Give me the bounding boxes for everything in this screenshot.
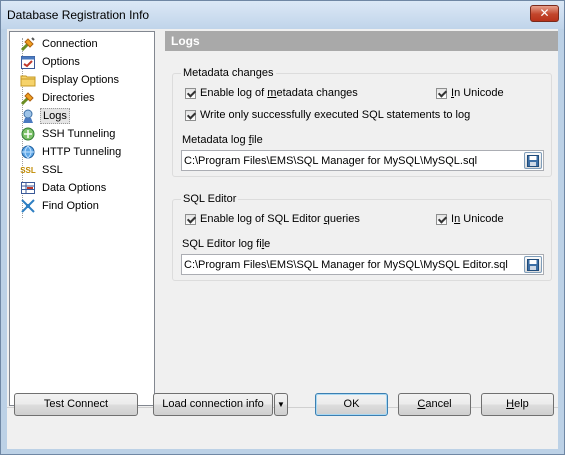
tree-item-find-option[interactable]: Find Option: [20, 197, 101, 215]
data-options-icon: [20, 180, 36, 196]
checkbox-checked-icon: [436, 87, 447, 99]
metadata-write-only-checkbox[interactable]: Write only successfully executed SQL sta…: [185, 109, 470, 121]
dialog-window: Database Registration Info ✕ Connection …: [0, 0, 565, 455]
title-bar[interactable]: Database Registration Info ✕: [1, 1, 564, 29]
ssh-icon: [20, 126, 36, 142]
find-option-icon: [20, 198, 36, 214]
tree-item-ssh-tunneling[interactable]: SSH Tunneling: [20, 125, 117, 143]
sql-editor-group: SQL Editor Enable log of SQL Editor quer…: [172, 193, 552, 281]
connection-icon: [20, 36, 36, 52]
sql-editor-log-file-input[interactable]: [184, 256, 519, 273]
metadata-enable-log-label: Enable log of metadata changes: [200, 87, 358, 99]
metadata-log-file-label: Metadata log file: [182, 134, 263, 146]
options-icon: [20, 54, 36, 70]
sql-editor-unicode-label: In Unicode: [451, 213, 504, 225]
options-tree[interactable]: Connection Options Display Options Direc…: [9, 31, 155, 406]
tree-item-data-options[interactable]: Data Options: [20, 179, 108, 197]
sql-editor-save-file-button[interactable]: [524, 256, 542, 273]
tree-item-label: HTTP Tunneling: [42, 146, 122, 158]
tree-item-label: Directories: [42, 92, 95, 104]
window-title: Database Registration Info: [7, 8, 150, 22]
page-title: Logs: [165, 31, 558, 51]
tree-item-label: Find Option: [42, 200, 99, 212]
test-connect-button[interactable]: Test Connect: [14, 393, 138, 416]
load-connection-info-dropdown-button[interactable]: ▼: [274, 393, 288, 416]
sql-editor-enable-log-checkbox[interactable]: Enable log of SQL Editor queries: [185, 213, 360, 225]
metadata-group-title: Metadata changes: [181, 67, 276, 79]
tree-item-label: Connection: [42, 38, 98, 50]
save-icon: [527, 258, 539, 271]
dialog-client-area: Connection Options Display Options Direc…: [7, 29, 558, 449]
tree-item-label: Logs: [40, 108, 70, 124]
sql-editor-unicode-checkbox[interactable]: In Unicode: [436, 213, 504, 225]
directories-icon: [20, 90, 36, 106]
metadata-write-only-label: Write only successfully executed SQL sta…: [200, 109, 471, 121]
tree-item-label: SSH Tunneling: [42, 128, 116, 140]
display-options-icon: [20, 72, 36, 88]
metadata-unicode-checkbox[interactable]: In Unicode: [436, 87, 504, 99]
metadata-unicode-label: In Unicode: [451, 87, 504, 99]
tree-item-label: Display Options: [42, 74, 120, 86]
sql-editor-group-title: SQL Editor: [181, 193, 239, 205]
metadata-save-file-button[interactable]: [524, 152, 542, 169]
ok-button[interactable]: OK: [315, 393, 388, 416]
help-button[interactable]: Help: [481, 393, 554, 416]
metadata-enable-log-checkbox[interactable]: Enable log of metadata changes: [185, 87, 358, 99]
tree-item-options[interactable]: Options: [20, 53, 82, 71]
tree-item-ssl[interactable]: SSL SSL: [20, 161, 65, 179]
checkbox-checked-icon: [185, 109, 196, 121]
ssl-icon: SSL: [20, 165, 36, 175]
tree-item-label: SSL: [42, 164, 63, 176]
save-icon: [527, 154, 539, 167]
sql-editor-log-file-label: SQL Editor log file: [182, 238, 271, 250]
sql-editor-enable-log-label: Enable log of SQL Editor queries: [200, 213, 360, 225]
sql-editor-log-file-field[interactable]: [181, 254, 544, 275]
tree-item-http-tunneling[interactable]: HTTP Tunneling: [20, 143, 123, 161]
metadata-changes-group: Metadata changes Enable log of metadata …: [172, 67, 552, 177]
load-connection-info-button[interactable]: Load connection info: [153, 393, 273, 416]
checkbox-checked-icon: [436, 213, 447, 225]
logs-icon: [20, 108, 36, 124]
metadata-log-file-field[interactable]: [181, 150, 544, 171]
close-button[interactable]: ✕: [530, 5, 559, 22]
tree-item-display-options[interactable]: Display Options: [20, 71, 121, 89]
tree-item-logs[interactable]: Logs: [20, 107, 70, 125]
checkbox-checked-icon: [185, 87, 196, 99]
tree-item-directories[interactable]: Directories: [20, 89, 97, 107]
tree-item-label: Data Options: [42, 182, 107, 194]
cancel-button[interactable]: Cancel: [398, 393, 471, 416]
tree-item-connection[interactable]: Connection: [20, 35, 100, 53]
http-icon: [20, 144, 36, 160]
checkbox-checked-icon: [185, 213, 196, 225]
metadata-log-file-input[interactable]: [184, 152, 519, 169]
tree-item-label: Options: [42, 56, 80, 68]
